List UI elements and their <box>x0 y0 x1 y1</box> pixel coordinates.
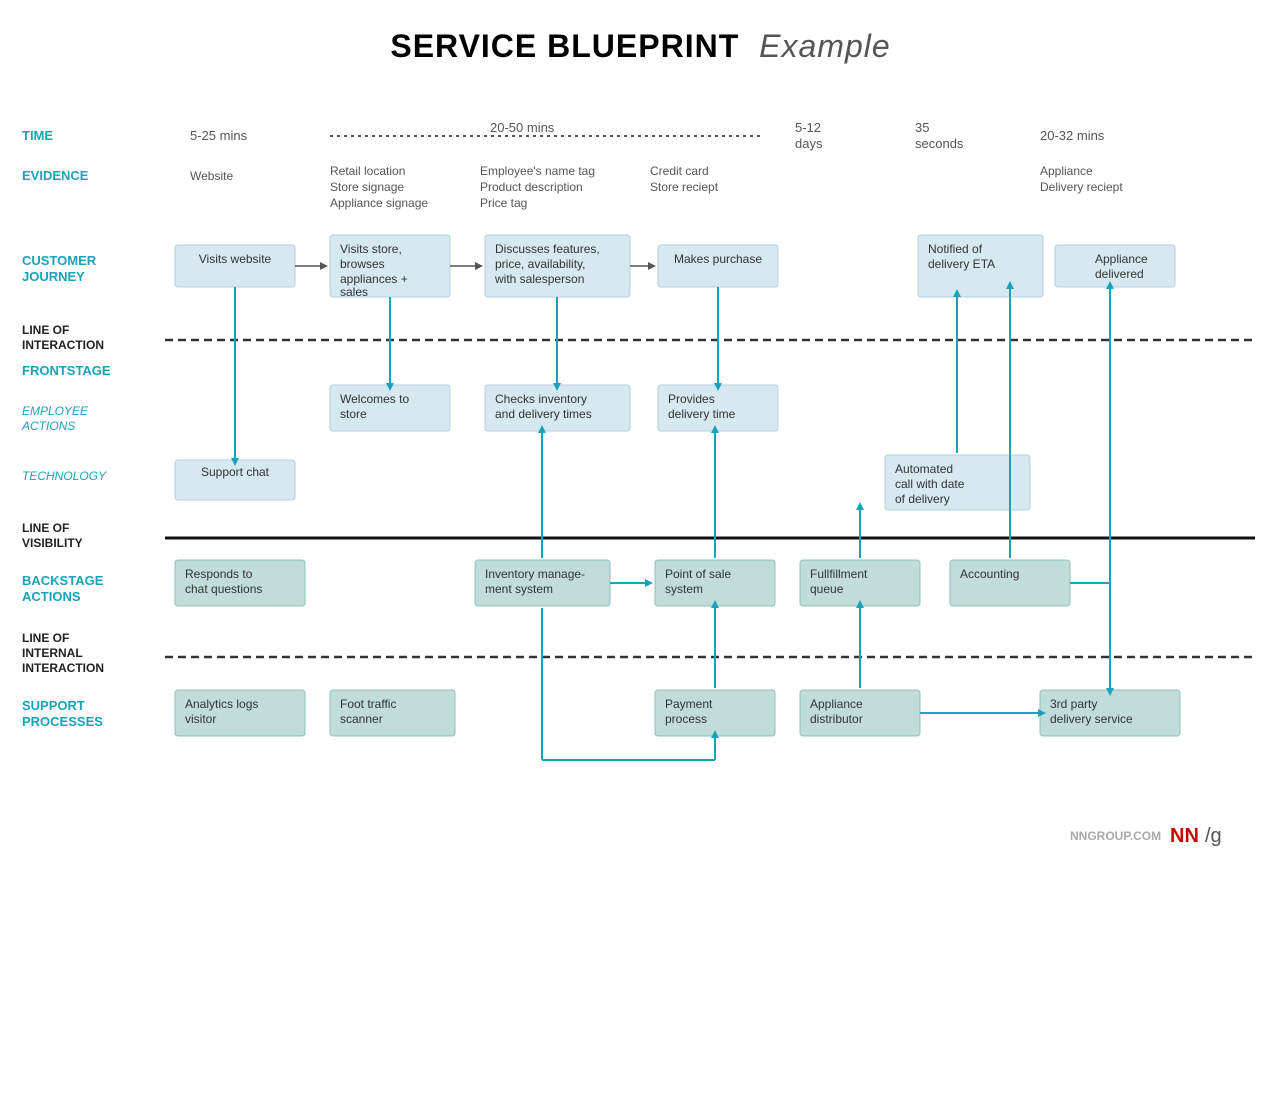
svg-text:store: store <box>340 407 367 421</box>
customer-journey-label: CUSTOMER <box>22 253 97 268</box>
svg-text:Product description: Product description <box>480 180 583 194</box>
svg-text:Fullfillment: Fullfillment <box>810 567 868 581</box>
svg-text:scanner: scanner <box>340 712 383 726</box>
time-col4: 35 <box>915 120 929 135</box>
evidence-creditcard: Credit card <box>650 164 709 178</box>
svg-text:Payment: Payment <box>665 697 713 711</box>
svg-text:and delivery times: and delivery times <box>495 407 592 421</box>
evidence-nametag: Employee's name tag <box>480 164 595 178</box>
svg-text:Delivery reciept: Delivery reciept <box>1040 180 1123 194</box>
svg-text:Appliance: Appliance <box>1095 252 1148 266</box>
svg-text:delivery time: delivery time <box>668 407 736 421</box>
svg-text:queue: queue <box>810 582 844 596</box>
svg-text:INTERACTION: INTERACTION <box>22 338 104 352</box>
line-internal-label: LINE OF <box>22 631 69 645</box>
svg-text:of delivery: of delivery <box>895 492 950 506</box>
svg-text:Store reciept: Store reciept <box>650 180 719 194</box>
backstage-label: BACKSTAGE <box>22 573 104 588</box>
svg-text:delivered: delivered <box>1095 267 1144 281</box>
svg-text:ment system: ment system <box>485 582 553 596</box>
svg-text:Inventory manage-: Inventory manage- <box>485 567 585 581</box>
svg-text:Appliance signage: Appliance signage <box>330 196 428 210</box>
svg-text:INTERACTION: INTERACTION <box>22 661 104 675</box>
svg-text:system: system <box>665 582 703 596</box>
svg-text:Support chat: Support chat <box>201 465 270 479</box>
svg-text:Responds to: Responds to <box>185 567 253 581</box>
time-col3: 5-12 <box>795 120 821 135</box>
svg-text:Price tag: Price tag <box>480 196 527 210</box>
svg-text:Visits store,: Visits store, <box>340 242 402 256</box>
evidence-appliance: Appliance <box>1040 164 1093 178</box>
svg-text:3rd party: 3rd party <box>1050 697 1097 711</box>
svg-text:ACTIONS: ACTIONS <box>21 419 75 433</box>
svg-text:visitor: visitor <box>185 712 216 726</box>
line-visibility-label: LINE OF <box>22 521 69 535</box>
svg-text:Provides: Provides <box>668 392 715 406</box>
svg-text:process: process <box>665 712 707 726</box>
svg-text:price, availability,: price, availability, <box>495 257 585 271</box>
svg-text:chat questions: chat questions <box>185 582 262 596</box>
svg-text:appliances +: appliances + <box>340 272 408 286</box>
time-col2: 20-50 mins <box>490 120 555 135</box>
time-col1: 5-25 mins <box>190 128 248 143</box>
time-col5: 20-32 mins <box>1040 128 1105 143</box>
svg-text:VISIBILITY: VISIBILITY <box>22 536 83 550</box>
evidence-retail: Retail location <box>330 164 405 178</box>
g-logo: /g <box>1205 825 1222 847</box>
svg-text:Point of sale: Point of sale <box>665 567 731 581</box>
svg-text:Automated: Automated <box>895 462 953 476</box>
svg-text:delivery ETA: delivery ETA <box>928 257 995 271</box>
svg-text:Discusses features,: Discusses features, <box>495 242 600 256</box>
nngroup-text: NNGROUP.COM <box>1070 829 1161 843</box>
svg-text:Visits website: Visits website <box>199 252 272 266</box>
svg-text:Accounting: Accounting <box>960 567 1019 581</box>
svg-text:Foot traffic: Foot traffic <box>340 697 396 711</box>
svg-text:PROCESSES: PROCESSES <box>22 714 103 729</box>
svg-text:Notified of: Notified of <box>928 242 983 256</box>
svg-text:distributor: distributor <box>810 712 863 726</box>
svg-text:call with date: call with date <box>895 477 965 491</box>
line-interaction-label: LINE OF <box>22 323 69 337</box>
svg-text:Analytics logs: Analytics logs <box>185 697 258 711</box>
svg-text:Store signage: Store signage <box>330 180 404 194</box>
svg-text:seconds: seconds <box>915 136 964 151</box>
svg-text:INTERNAL: INTERNAL <box>22 646 83 660</box>
evidence-website: Website <box>190 169 233 183</box>
frontstage-label: FRONTSTAGE <box>22 363 111 378</box>
svg-text:sales: sales <box>340 285 368 299</box>
svg-text:with salesperson: with salesperson <box>494 272 584 286</box>
evidence-label: EVIDENCE <box>22 168 89 183</box>
page-title: SERVICE BLUEPRINT Example <box>0 0 1281 80</box>
svg-text:ACTIONS: ACTIONS <box>22 589 81 604</box>
svg-text:days: days <box>795 136 823 151</box>
svg-text:Checks inventory: Checks inventory <box>495 392 587 406</box>
svg-text:delivery service: delivery service <box>1050 712 1133 726</box>
time-label: TIME <box>22 128 53 143</box>
svg-text:Appliance: Appliance <box>810 697 863 711</box>
support-processes-label: SUPPORT <box>22 698 85 713</box>
svg-text:browses: browses <box>340 257 385 271</box>
employee-actions-label: EMPLOYEE <box>22 404 89 418</box>
svg-text:Makes purchase: Makes purchase <box>674 252 762 266</box>
svg-text:Welcomes to: Welcomes to <box>340 392 409 406</box>
svg-text:JOURNEY: JOURNEY <box>22 269 85 284</box>
technology-label: TECHNOLOGY <box>22 469 107 483</box>
nn-logo: NN <box>1170 825 1199 847</box>
